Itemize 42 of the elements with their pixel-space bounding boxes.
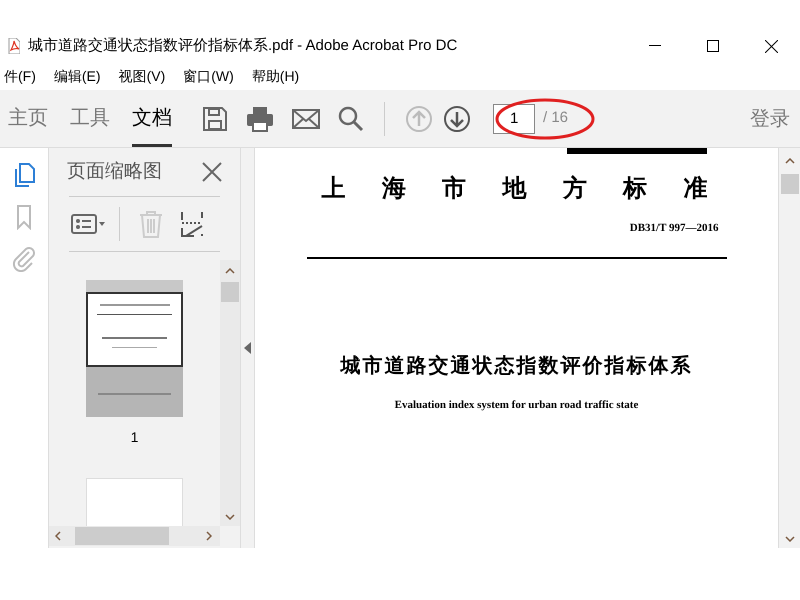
options-dropdown-icon[interactable] <box>71 214 105 234</box>
scrollbar-thumb[interactable] <box>75 527 169 545</box>
menu-item[interactable]: 窗口(W) <box>183 66 234 86</box>
print-icon[interactable] <box>246 106 274 132</box>
menu-item[interactable]: 编辑(E) <box>54 66 101 86</box>
document-subtitle: Evaluation index system for urban road traffic state <box>394 398 640 412</box>
menu-item[interactable]: 件(F) <box>4 66 36 86</box>
scrollbar-thumb[interactable] <box>780 174 798 194</box>
page-insert-icon[interactable] <box>180 210 204 238</box>
trash-icon <box>138 210 164 238</box>
page-number: 1 <box>130 428 138 447</box>
maximize-icon[interactable] <box>707 40 719 52</box>
scroll-left-icon[interactable] <box>55 531 61 541</box>
search-icon[interactable] <box>338 106 364 132</box>
mail-icon[interactable] <box>292 108 320 128</box>
nav-tab[interactable]: 工具 <box>70 90 110 147</box>
document-title: 城市道路交通状态指数评价指标体系 <box>339 354 694 378</box>
scroll-down-icon[interactable] <box>225 514 235 520</box>
nav-tab[interactable]: 主页 <box>8 90 48 147</box>
scroll-up-icon[interactable] <box>225 268 235 274</box>
page-thumbnail-drawing[interactable] <box>86 280 183 417</box>
save-icon[interactable] <box>202 106 228 132</box>
paperclip-icon[interactable] <box>11 246 37 272</box>
page-count: / 16 <box>543 108 568 128</box>
menu-item[interactable]: 视图(V) <box>118 66 166 86</box>
menu-item[interactable]: 帮助(H) <box>252 66 300 86</box>
scroll-down-icon[interactable] <box>784 536 794 542</box>
horizontal-scrollbar[interactable] <box>49 526 220 546</box>
collapse-arrow-icon[interactable] <box>244 342 251 354</box>
vertical-scrollbar[interactable] <box>220 260 240 526</box>
standard-code: DB31/T 997—2016 <box>628 221 718 236</box>
minimize-icon[interactable] <box>649 45 661 47</box>
panel-title: 页面缩略图 <box>67 160 162 184</box>
scrollbar-thumb[interactable] <box>221 282 239 302</box>
sign-in-link[interactable]: 登录 <box>750 104 790 134</box>
document-scrollbar[interactable] <box>778 148 800 548</box>
scroll-right-icon[interactable] <box>206 531 212 541</box>
window-title: 城市道路交通状态指数评价指标体系.pdf - Adobe Acrobat Pro DC <box>28 36 458 56</box>
pdf-file-icon <box>8 38 20 54</box>
close-icon[interactable] <box>764 40 778 52</box>
document-heading: 上 海 市 地 方 标 准 <box>320 173 723 204</box>
scroll-up-icon[interactable] <box>784 158 794 164</box>
